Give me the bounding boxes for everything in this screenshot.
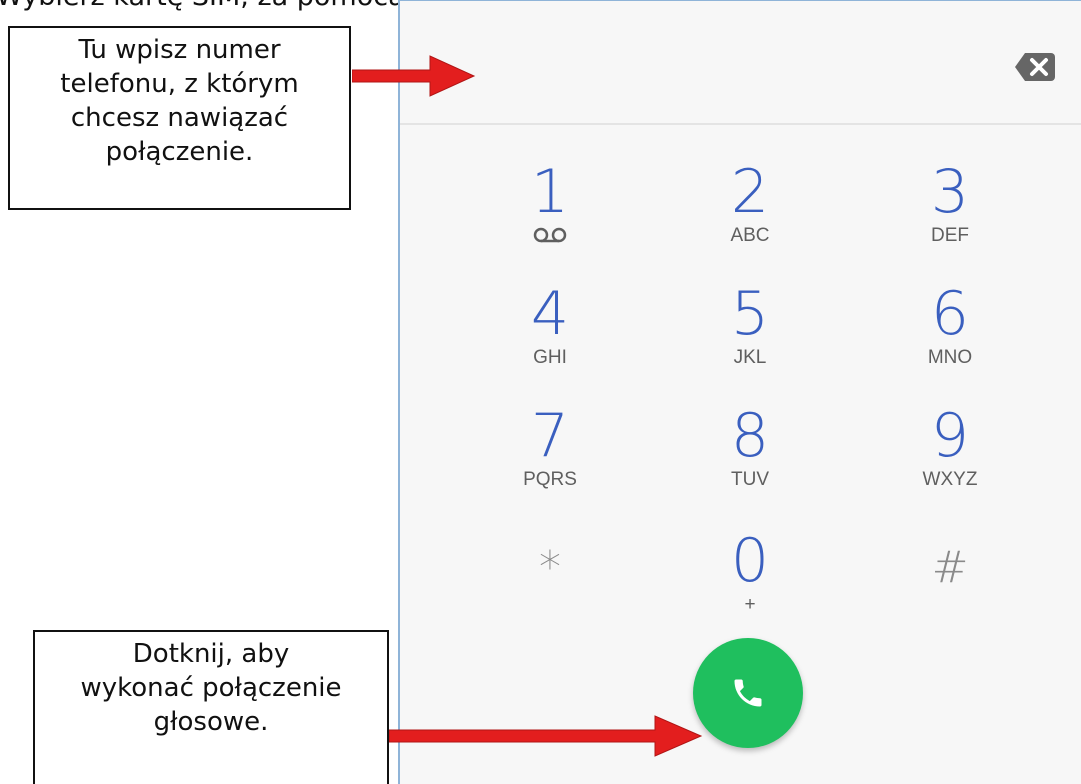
callout-line: głosowe. <box>153 707 269 737</box>
key-letters: MNO <box>927 347 973 368</box>
key-letters: TUV <box>731 469 769 490</box>
key-3[interactable]: 3 DEF <box>850 159 1050 269</box>
key-letters: DEF <box>931 225 969 246</box>
key-digit: 1 <box>530 157 570 227</box>
call-button[interactable] <box>693 638 803 748</box>
dialer-screen: 1 2 ABC 3 DEF 4 GHI 5 JKL 6 MNO 7 PQRS 8… <box>398 0 1081 784</box>
key-digit: 3 <box>930 157 970 227</box>
key-digit: 4 <box>530 279 570 349</box>
arrow-to-call-button <box>389 715 703 757</box>
key-digit: 6 <box>930 279 970 349</box>
key-digit: # <box>931 542 969 593</box>
key-digit: 2 <box>730 157 770 227</box>
key-9[interactable]: 9 WXYZ <box>850 403 1050 513</box>
key-star[interactable]: * <box>450 535 650 645</box>
key-6[interactable]: 6 MNO <box>850 281 1050 391</box>
phone-icon <box>734 679 762 707</box>
key-letters: ABC <box>730 225 770 246</box>
key-digit: 0 <box>730 526 770 596</box>
key-5[interactable]: 5 JKL <box>650 281 850 391</box>
voicemail-icon <box>533 227 567 243</box>
number-input-callout: Tu wpisz numer telefonu, z którym chcesz… <box>8 26 351 210</box>
key-2[interactable]: 2 ABC <box>650 159 850 269</box>
divider <box>400 123 1081 125</box>
key-letters: PQRS <box>523 469 577 490</box>
callout-line: Dotknij, aby <box>132 639 290 669</box>
key-1[interactable]: 1 <box>450 159 650 269</box>
key-digit: 9 <box>930 401 970 471</box>
key-4[interactable]: 4 GHI <box>450 281 650 391</box>
callout-line: chcesz nawiązać <box>70 103 289 133</box>
key-digit: 5 <box>730 279 770 349</box>
call-button-callout: Dotknij, aby wykonać połączenie głosowe. <box>33 630 389 784</box>
key-digit: 7 <box>530 401 570 471</box>
key-letters: GHI <box>533 347 567 368</box>
phone-number-input[interactable] <box>400 1 1081 123</box>
callout-line: połączenie. <box>105 137 254 167</box>
backspace-icon[interactable] <box>1015 53 1055 81</box>
callout-line: wykonać połączenie <box>80 673 342 703</box>
callout-line: telefonu, z którym <box>60 69 299 99</box>
arrow-to-number-field <box>352 55 476 97</box>
key-8[interactable]: 8 TUV <box>650 403 850 513</box>
key-7[interactable]: 7 PQRS <box>450 403 650 513</box>
key-digit: 8 <box>730 401 770 471</box>
key-letters: JKL <box>733 347 767 368</box>
key-hash[interactable]: # <box>850 535 1050 645</box>
key-letters: WXYZ <box>922 469 978 490</box>
key-letters: + <box>744 594 756 615</box>
key-digit: * <box>539 542 561 593</box>
callout-line: Tu wpisz numer <box>78 35 281 65</box>
key-0[interactable]: 0 + <box>650 528 850 638</box>
